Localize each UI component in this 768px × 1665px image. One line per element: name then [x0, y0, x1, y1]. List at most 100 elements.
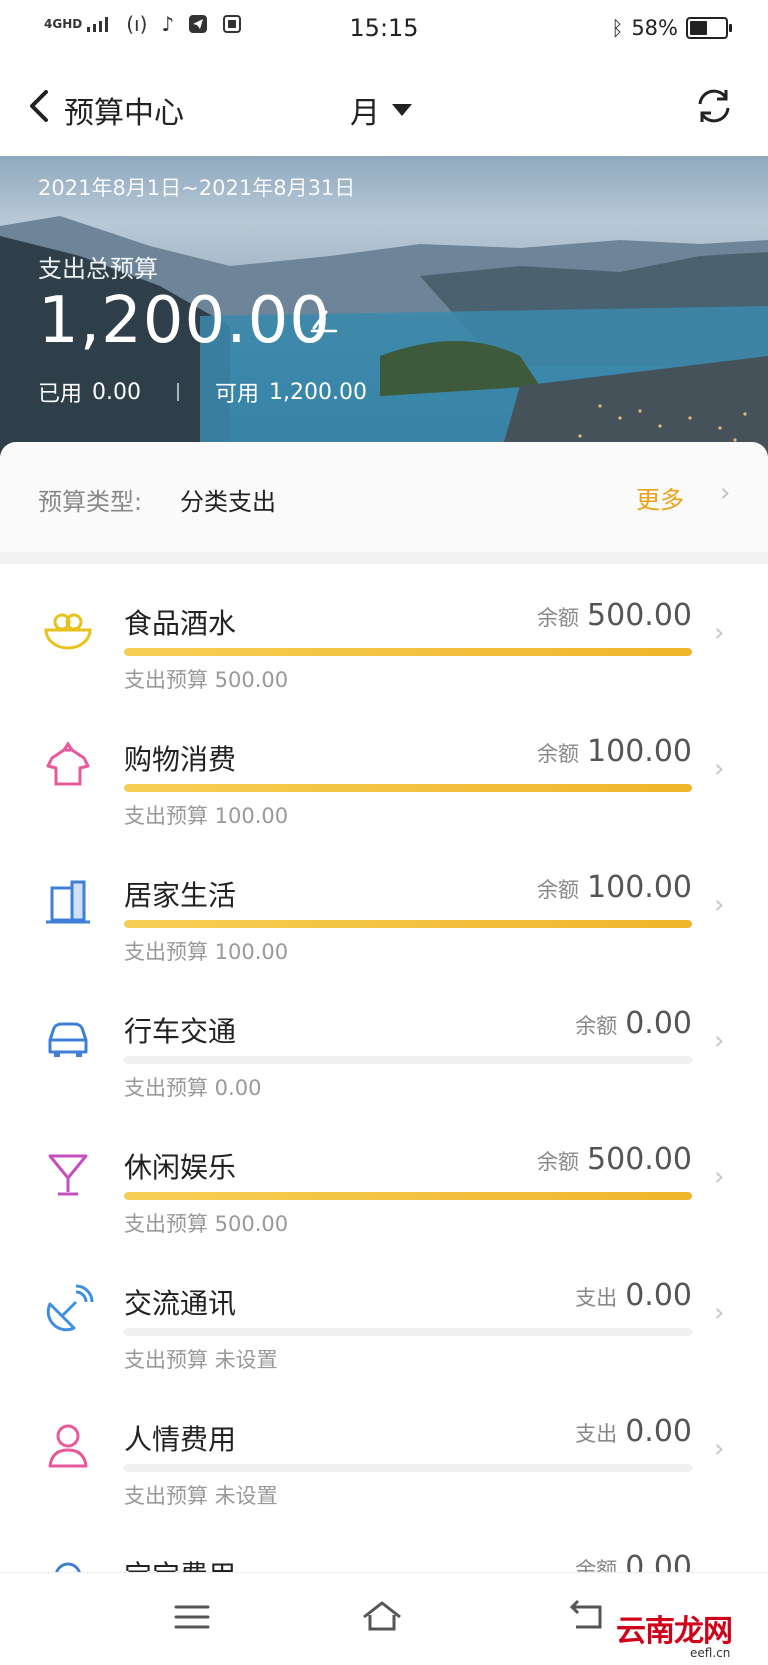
- chevron-right-icon: ›: [714, 1298, 725, 1328]
- chevron-left-icon: [30, 90, 48, 122]
- balance: 余额 500.00: [537, 598, 692, 633]
- balance-label: 余额: [575, 1014, 618, 1038]
- status-bar: 4GHD (ı) ♪ 15:15 ᛒ 58%: [0, 0, 768, 60]
- category-row-baby[interactable]: 宝宝费用 余额 0.00: [0, 1516, 768, 1572]
- budget-amount: 支出预算 100.00: [124, 940, 289, 964]
- menu-icon[interactable]: [170, 1595, 214, 1639]
- divider: [177, 383, 179, 401]
- budget-amount: 支出预算 未设置: [124, 1348, 278, 1372]
- balance-value: 100.00: [587, 870, 692, 905]
- category-name: 交流通讯: [124, 1287, 237, 1320]
- used-label: 已用: [38, 382, 83, 407]
- budget-type-value: 分类支出: [180, 488, 276, 516]
- refresh-button[interactable]: [692, 84, 736, 128]
- balance: 余额 100.00: [537, 870, 692, 905]
- balance-label: 支出: [575, 1286, 618, 1310]
- battery-icon: [686, 17, 732, 39]
- car-icon: [48, 1022, 88, 1057]
- page-title: 预算中心: [64, 96, 184, 131]
- budget-summary-banner: 2021年8月1日~2021年8月31日 支出总预算 1,200.00 已用 0…: [0, 156, 768, 456]
- balance-value: 0.00: [625, 1414, 692, 1449]
- budget-amount: 支出预算 未设置: [124, 1484, 278, 1508]
- chevron-right-icon: ›: [714, 1162, 725, 1192]
- edit-budget-button[interactable]: [308, 304, 340, 343]
- balance-value: 0.00: [625, 1278, 692, 1313]
- available-value: 1,200.00: [269, 379, 367, 405]
- navigation-bar: 预算中心 月: [0, 60, 768, 156]
- progress-bar: [124, 784, 692, 792]
- caret-down-icon: [392, 104, 412, 116]
- person-icon: [48, 1424, 88, 1468]
- section-divider: [0, 552, 768, 564]
- progress-bar: [124, 1056, 692, 1064]
- chevron-right-icon: ›: [714, 1026, 725, 1056]
- more-link[interactable]: 更多: [636, 480, 684, 515]
- category-list: 食品酒水 余额 500.00 支出预算 500.00 › 购物消费 余额 100…: [0, 564, 768, 1572]
- home-icon[interactable]: [360, 1595, 404, 1639]
- satellite-icon: [46, 1284, 94, 1332]
- progress-bar: [124, 920, 692, 928]
- available-label: 可用: [215, 382, 260, 407]
- total-budget-amount: 1,200.00: [38, 284, 331, 358]
- balance-value: 0.00: [625, 1006, 692, 1041]
- balance: 余额 500.00: [537, 1142, 692, 1177]
- balance: 支出 0.00: [575, 1414, 692, 1449]
- balance-value: 500.00: [587, 1142, 692, 1177]
- budget-type-row[interactable]: 预算类型: 分类支出 更多 ›: [0, 442, 768, 552]
- back-button[interactable]: [26, 86, 50, 135]
- balance-value: 100.00: [587, 734, 692, 769]
- budget-amount: 支出预算 500.00: [124, 668, 289, 692]
- balance-value: 0.00: [625, 1550, 692, 1572]
- period-selector[interactable]: 月: [350, 88, 412, 132]
- progress-bar: [124, 648, 692, 656]
- date-range: 2021年8月1日~2021年8月31日: [38, 176, 356, 200]
- used-value: 0.00: [92, 379, 141, 405]
- category-name: 休闲娱乐: [124, 1151, 237, 1184]
- building-icon: [46, 880, 90, 924]
- category-name: 购物消费: [124, 743, 237, 776]
- category-name: 居家生活: [124, 879, 237, 912]
- category-name: 行车交通: [124, 1015, 237, 1048]
- balance-label: 余额: [537, 742, 580, 766]
- balance-label: 支出: [575, 1422, 618, 1446]
- category-row-social[interactable]: 人情费用 支出 0.00 支出预算 未设置 ›: [0, 1380, 768, 1516]
- progress-bar: [124, 1464, 692, 1472]
- balance: 支出 0.00: [575, 1278, 692, 1313]
- watermark-url: eefl.cn: [690, 1646, 731, 1660]
- edit-icon: [310, 310, 338, 333]
- watermark: 云南龙网: [616, 1614, 733, 1649]
- balance-label: 余额: [575, 1558, 618, 1572]
- baby-icon: [55, 1562, 81, 1572]
- category-row-home[interactable]: 居家生活 余额 100.00 支出预算 100.00 ›: [0, 836, 768, 972]
- shirt-icon: [46, 741, 90, 786]
- period-label: 月: [350, 96, 380, 131]
- chevron-right-icon: ›: [720, 478, 731, 508]
- progress-fill: [124, 784, 692, 792]
- cocktail-icon: [48, 1154, 88, 1196]
- budget-amount: 支出预算 500.00: [124, 1212, 289, 1236]
- budget-amount: 支出预算 100.00: [124, 804, 289, 828]
- balance-value: 500.00: [587, 598, 692, 633]
- bluetooth-icon: ᛒ: [611, 16, 624, 40]
- category-row-food[interactable]: 食品酒水 余额 500.00 支出预算 500.00 ›: [0, 564, 768, 700]
- balance-label: 余额: [537, 878, 580, 902]
- category-row-communication[interactable]: 交流通讯 支出 0.00 支出预算 未设置 ›: [0, 1244, 768, 1380]
- budget-type-label: 预算类型:: [38, 488, 143, 516]
- back-icon[interactable]: [564, 1595, 608, 1639]
- category-row-transport[interactable]: 行车交通 余额 0.00 支出预算 0.00 ›: [0, 972, 768, 1108]
- progress-bar: [124, 1192, 692, 1200]
- progress-bar: [124, 1328, 692, 1336]
- category-row-leisure[interactable]: 休闲娱乐 余额 500.00 支出预算 500.00 ›: [0, 1108, 768, 1244]
- status-icons-right: ᛒ 58%: [611, 16, 732, 40]
- category-row-shopping[interactable]: 购物消费 余额 100.00 支出预算 100.00 ›: [0, 700, 768, 836]
- chevron-right-icon: ›: [714, 1434, 725, 1464]
- usage-summary: 已用 0.00 可用 1,200.00: [38, 376, 367, 408]
- chevron-right-icon: ›: [714, 618, 725, 648]
- progress-fill: [124, 648, 692, 656]
- progress-fill: [124, 920, 692, 928]
- balance-label: 余额: [537, 606, 580, 630]
- chevron-right-icon: ›: [714, 754, 725, 784]
- balance: 余额 0.00: [575, 1550, 692, 1572]
- battery-percent: 58%: [631, 16, 678, 40]
- food-bowl-icon: [44, 613, 92, 650]
